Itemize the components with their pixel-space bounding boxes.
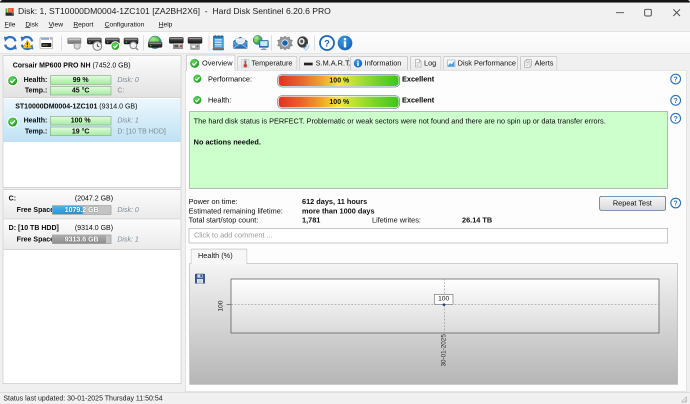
svg-text:?: ?: [324, 38, 330, 48]
svg-text:?: ?: [674, 98, 678, 105]
svg-text:?: ?: [674, 116, 678, 123]
svg-text:?: ?: [674, 201, 678, 208]
svg-text:?: ?: [674, 77, 678, 84]
